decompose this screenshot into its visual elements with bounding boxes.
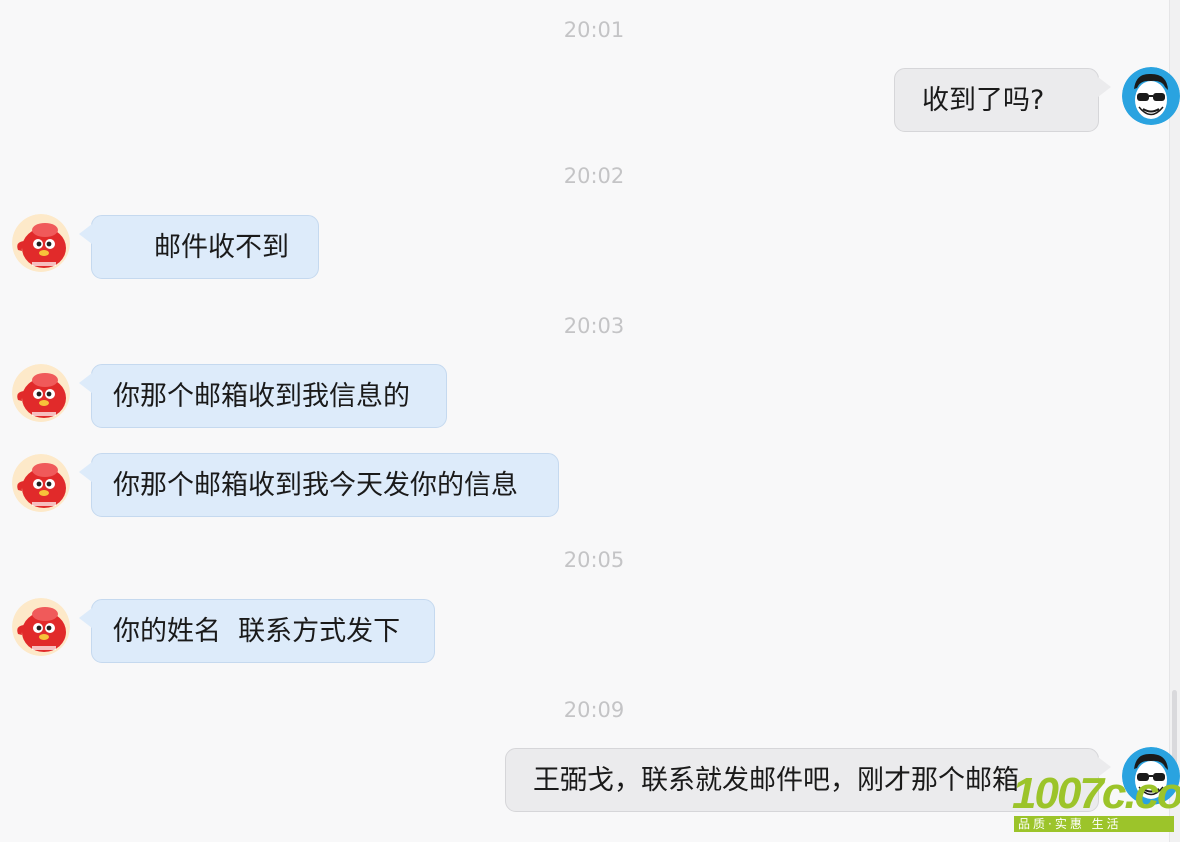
watermark-logo: 1007c.com 品质·实惠 生活 xyxy=(1012,769,1180,836)
timestamp: 20:02 xyxy=(563,164,625,188)
message-text: 你的姓名 联系方式发下 xyxy=(113,616,401,647)
timestamp: 20:05 xyxy=(563,548,625,572)
message-bubble-outgoing[interactable]: 王弼戈，联系就发邮件吧，刚才那个邮箱 xyxy=(505,748,1111,812)
bubble-tail xyxy=(79,373,92,393)
message-text: 你那个邮箱收到我信息的 xyxy=(113,381,410,412)
contact-avatar-icon[interactable] xyxy=(12,454,70,512)
timestamp: 20:03 xyxy=(563,314,625,338)
my-avatar-icon[interactable] xyxy=(1122,67,1180,125)
message-text: 你那个邮箱收到我今天发你的信息 xyxy=(113,470,518,501)
timestamp: 20:01 xyxy=(563,18,625,42)
bubble-tail xyxy=(79,462,92,482)
contact-avatar-icon[interactable] xyxy=(12,598,70,656)
message-bubble-outgoing[interactable]: 收到了吗? xyxy=(894,68,1111,132)
message-bubble-incoming[interactable]: 邮件收不到 xyxy=(79,215,319,279)
message-text: 收到了吗? xyxy=(922,85,1045,116)
bubble-tail xyxy=(79,608,92,628)
message-bubble-incoming[interactable]: 你那个邮箱收到我今天发你的信息 xyxy=(79,453,559,517)
message-bubble-incoming[interactable]: 你那个邮箱收到我信息的 xyxy=(79,364,447,428)
contact-avatar-icon[interactable] xyxy=(12,214,70,272)
message-text: 王弼戈，联系就发邮件吧，刚才那个邮箱 xyxy=(533,765,1019,796)
message-text: 邮件收不到 xyxy=(154,232,289,263)
contact-avatar-icon[interactable] xyxy=(12,364,70,422)
bubble-tail xyxy=(1098,77,1111,97)
timestamp: 20:09 xyxy=(563,698,625,722)
watermark-logo-text: 1007c.com xyxy=(1012,769,1180,818)
bubble-tail xyxy=(79,224,92,244)
message-bubble-incoming[interactable]: 你的姓名 联系方式发下 xyxy=(79,599,435,663)
watermark-tagline: 品质·实惠 生活 xyxy=(1014,816,1174,832)
